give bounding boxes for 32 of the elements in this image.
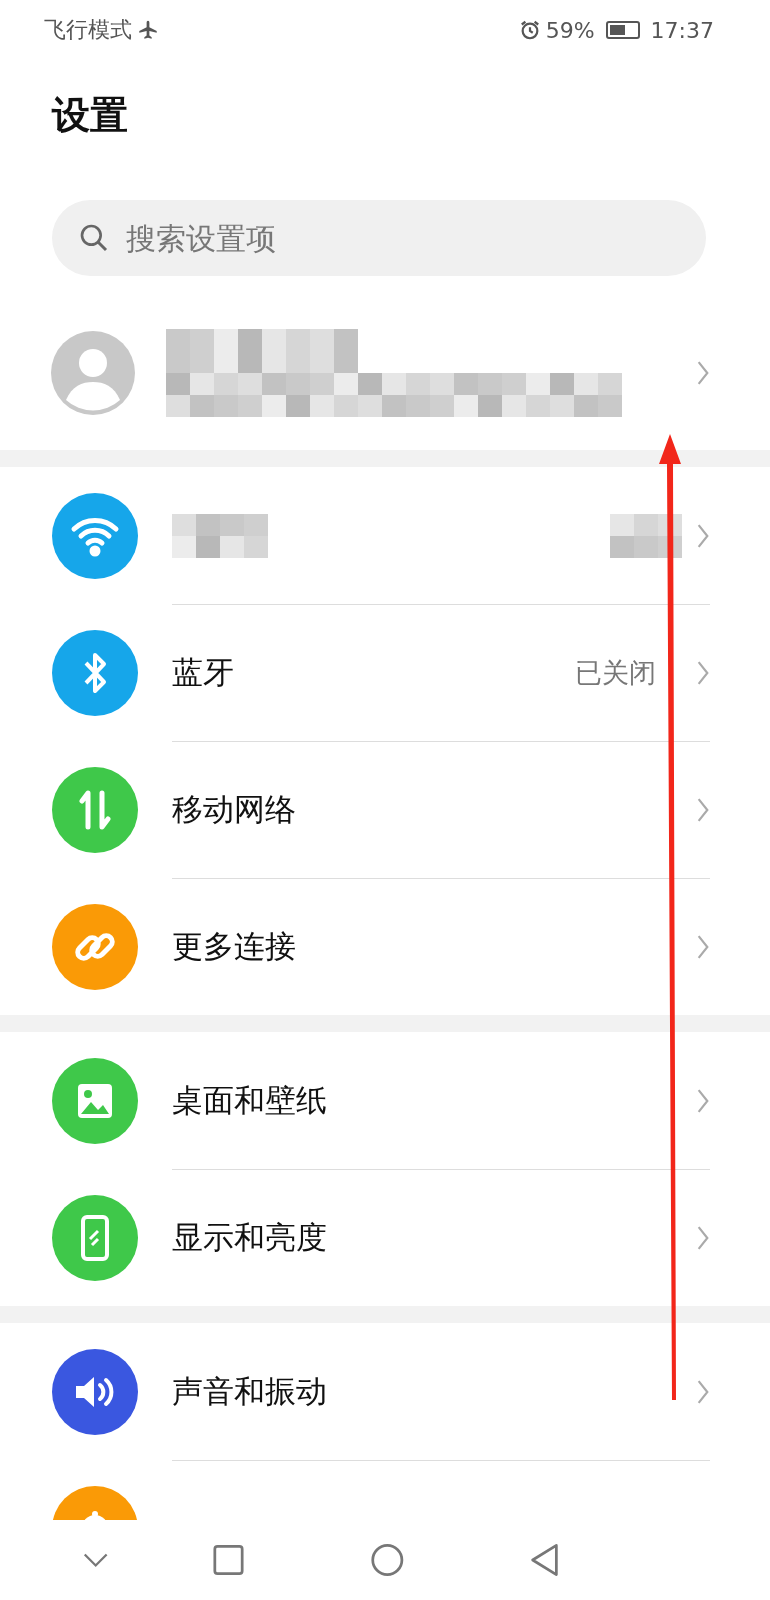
search-icon: [78, 222, 110, 254]
airplane-icon: [137, 19, 159, 41]
alarm-icon: [518, 19, 541, 41]
home-button[interactable]: [370, 1541, 405, 1579]
chevron-icon: [696, 660, 710, 686]
clock: 17:37: [650, 17, 714, 43]
settings-item[interactable]: 声音和振动: [0, 1323, 770, 1460]
chevron-icon: [696, 1087, 710, 1114]
page-title: 设置: [52, 91, 128, 139]
blurred-region: [610, 513, 682, 558]
item-label: 桌面和壁纸: [172, 1080, 327, 1120]
battery-icon: [605, 21, 640, 39]
item-label: 显示和亮度: [172, 1218, 327, 1257]
chevron-icon: [696, 797, 710, 823]
item-label: 声音和振动: [172, 1371, 327, 1411]
item-label: 更多连接: [172, 927, 296, 966]
item-status: 已关闭: [575, 656, 656, 690]
search-field[interactable]: 搜索设置项: [52, 200, 706, 276]
chevron-icon: [696, 360, 710, 386]
recents-button[interactable]: [213, 1543, 245, 1577]
settings-item[interactable]: 移动网络: [0, 741, 770, 878]
item-label: 移动网络: [172, 790, 296, 829]
avatar-icon: [50, 330, 136, 416]
chevron-icon: [696, 1225, 710, 1251]
airplane-mode-label: 飞行模式: [44, 16, 132, 44]
item-label: 蓝牙: [172, 653, 234, 692]
chevron-icon: [696, 1378, 710, 1405]
chevron-icon: [696, 522, 710, 549]
settings-item[interactable]: 桌面和壁纸: [0, 1032, 770, 1169]
battery-percent: 59%: [545, 17, 595, 43]
chevron-icon: [696, 934, 710, 960]
back-button[interactable]: [529, 1541, 560, 1579]
